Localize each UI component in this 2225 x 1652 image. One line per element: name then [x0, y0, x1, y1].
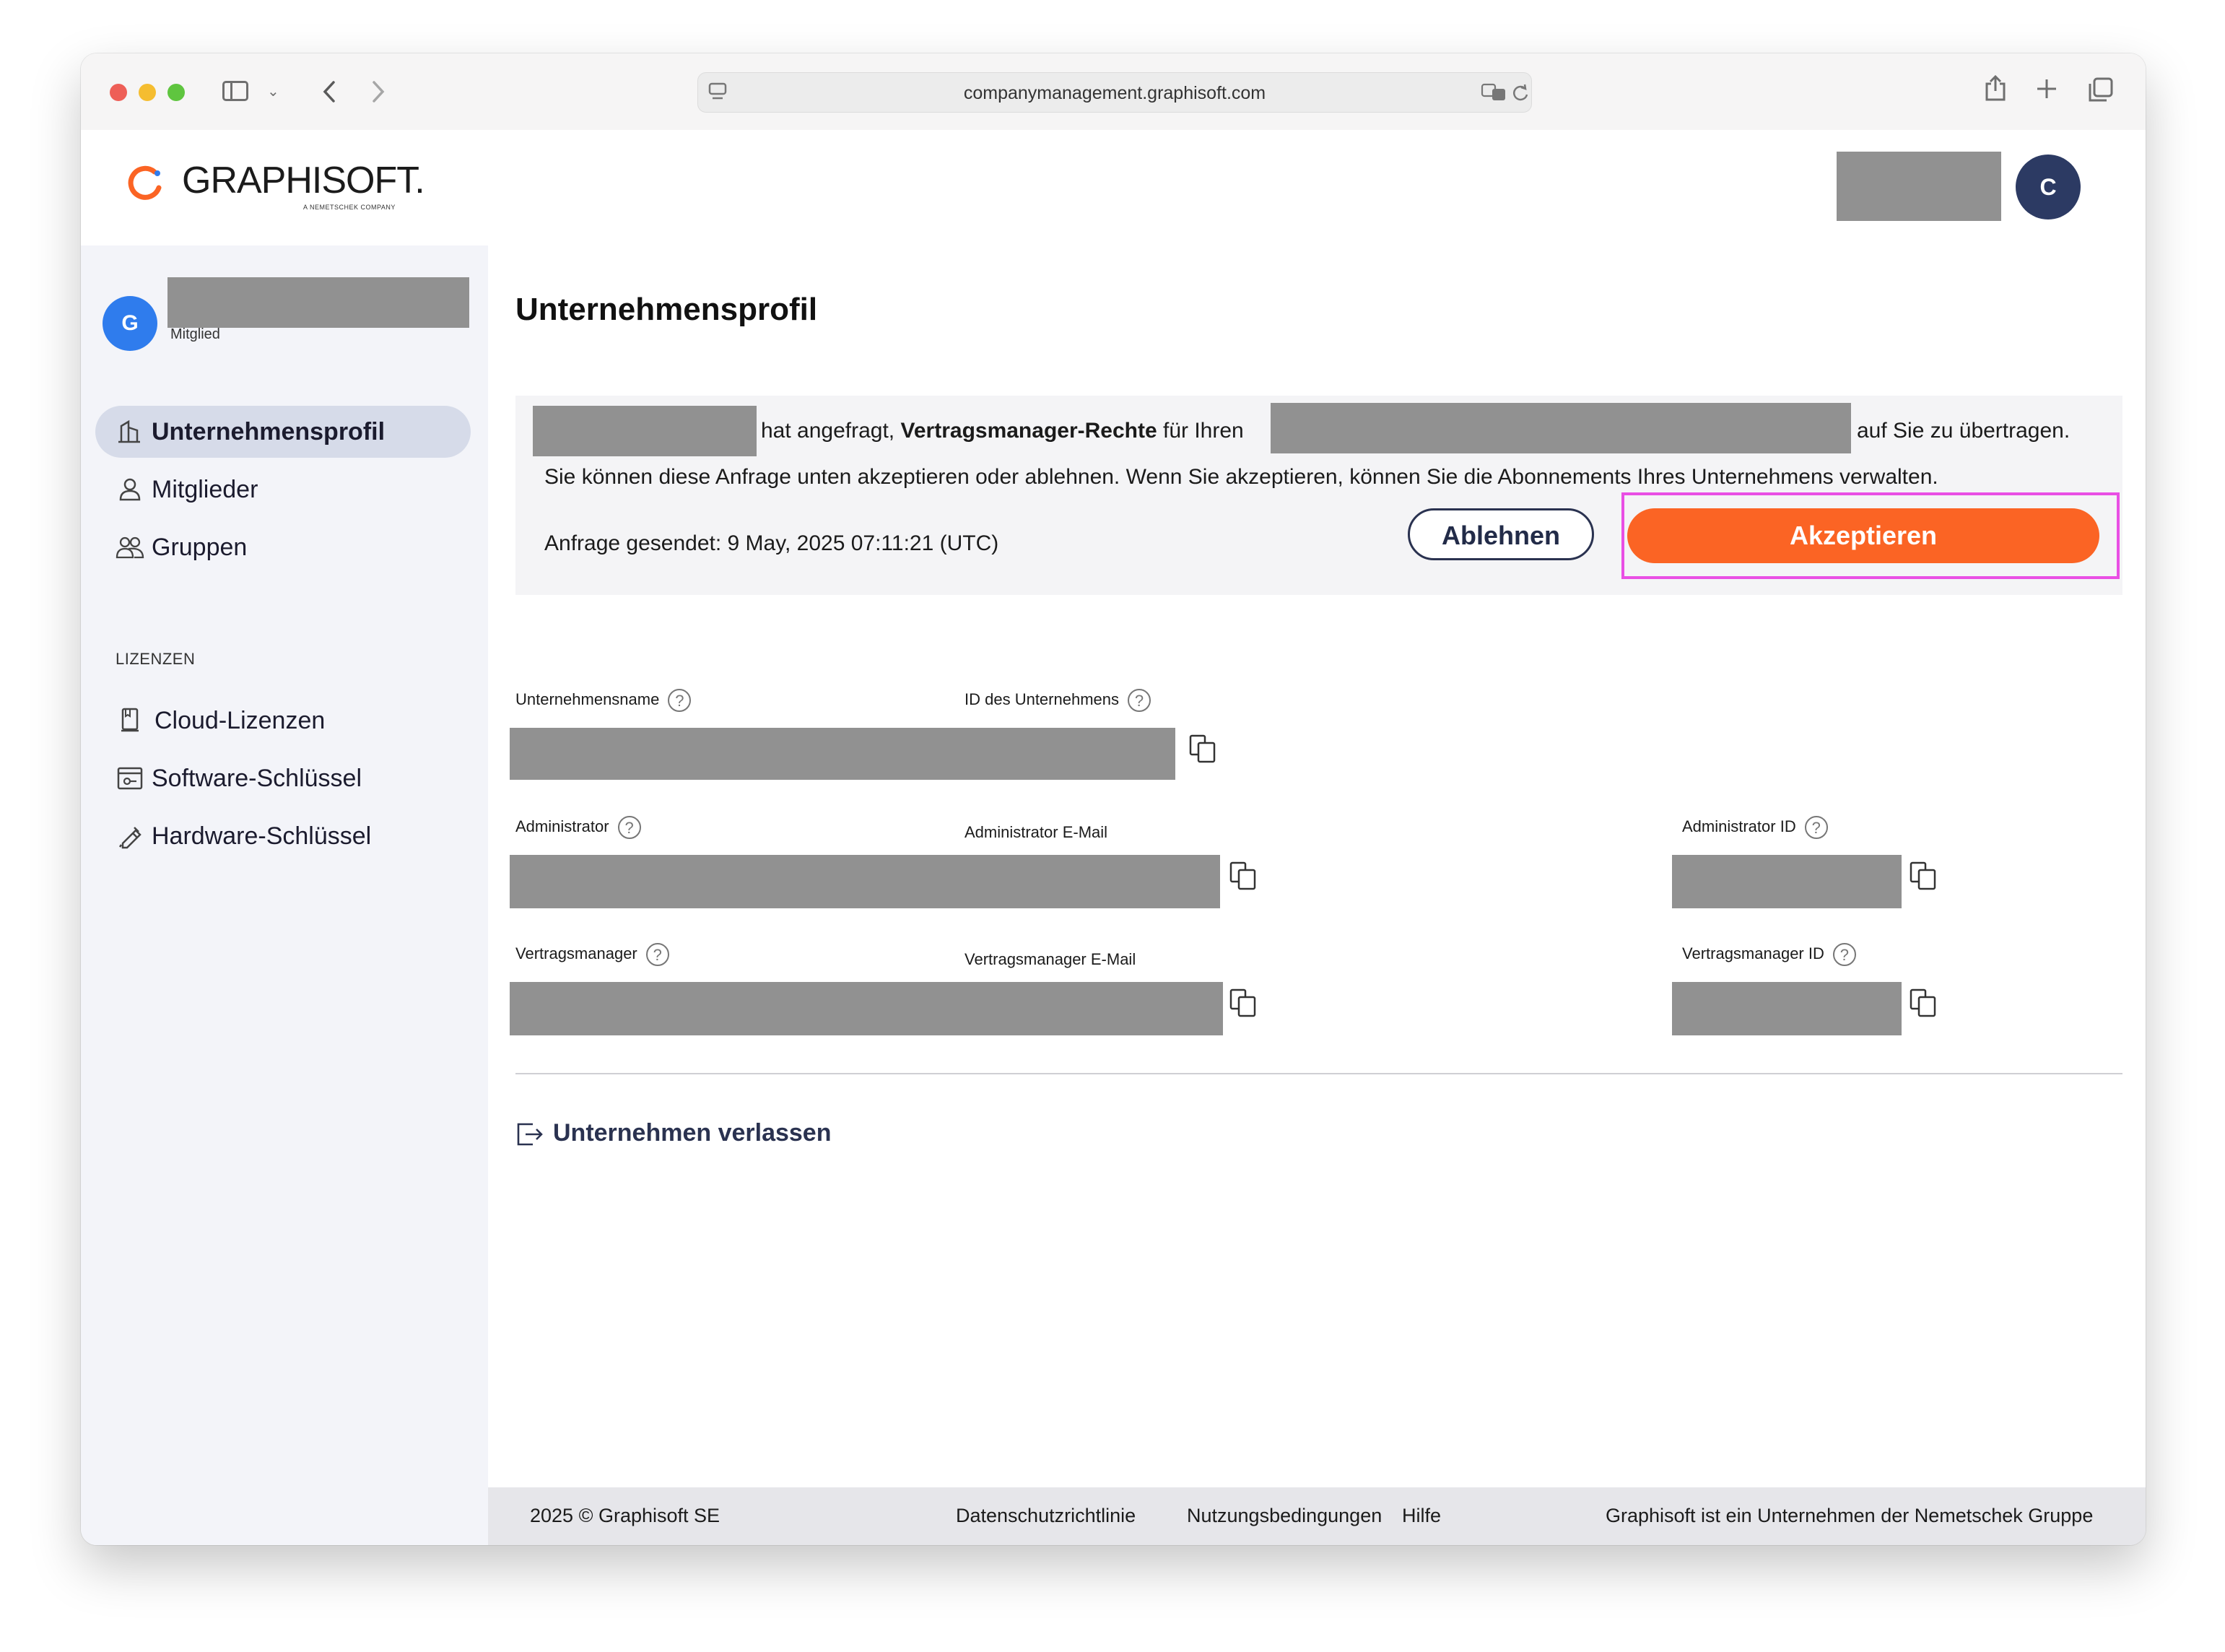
share-icon[interactable] [1984, 74, 2007, 103]
software-key-icon [117, 767, 143, 790]
copy-icon[interactable] [1909, 861, 1938, 891]
back-icon[interactable] [321, 79, 338, 104]
hardware-key-icon [118, 827, 141, 849]
sidebar-item-company-profile[interactable]: Unternehmensprofil [95, 406, 471, 458]
footer-company-note: Graphisoft ist ein Unternehmen der Nemet… [1606, 1505, 2094, 1526]
page-title: Unternehmensprofil [515, 292, 818, 327]
sidebar-item-label: Gruppen [152, 534, 248, 561]
building-icon [118, 419, 140, 443]
forward-icon[interactable] [370, 79, 387, 104]
graphisoft-logo-icon[interactable] [126, 163, 166, 206]
leave-company-link[interactable]: Unternehmen verlassen [515, 1119, 832, 1147]
sidebar-item-groups[interactable]: Gruppen [95, 521, 471, 573]
minimize-window-button[interactable] [139, 84, 156, 101]
exit-icon [517, 1123, 543, 1146]
request-text-start: hat angefragt, Vertragsmanager-Rechte fü… [761, 419, 1244, 443]
request-text-b: für Ihren [1163, 419, 1244, 443]
request-sent-date: Anfrage gesendet: 9 May, 2025 07:11:21 (… [544, 531, 999, 555]
company-id-label-text: ID des Unternehmens [965, 690, 1119, 708]
copy-icon[interactable] [1909, 988, 1938, 1018]
contract-manager-id-label: Vertragsmanager ID? [1682, 943, 1856, 966]
footer-privacy-link[interactable]: Datenschutzrichtlinie [956, 1505, 1136, 1527]
logo-text[interactable]: GRAPHISOFT. [182, 159, 425, 202]
request-text-end: auf Sie zu übertragen. [1857, 419, 2071, 443]
administrator-label: Administrator? [515, 816, 641, 839]
main-content: Unternehmensprofil hat angefragt, Vertra… [488, 245, 2146, 1487]
sidebar-item-cloud-licenses[interactable]: Cloud-Lizenzen [95, 695, 471, 747]
redacted-company-fields [510, 728, 1175, 780]
cloud-license-icon [121, 708, 139, 732]
chevron-down-icon[interactable]: ⌄ [267, 82, 279, 100]
sidebar-item-members[interactable]: Mitglieder [95, 464, 471, 516]
contract-manager-label-text: Vertragsmanager [515, 944, 637, 962]
redacted-requester-name [533, 406, 757, 456]
reload-icon[interactable] [1511, 83, 1530, 103]
request-text-role: Vertragsmanager-Rechte [900, 419, 1157, 443]
new-tab-icon[interactable] [2036, 78, 2058, 100]
sidebar: G Mitglied Unternehmensprofil Mitglieder… [81, 245, 489, 1545]
company-avatar: G [103, 296, 157, 351]
help-icon[interactable]: ? [617, 816, 641, 839]
site-header: GRAPHISOFT. A NEMETSCHEK COMPANY C [81, 130, 2146, 247]
redacted-company-name [167, 277, 469, 328]
administrator-id-label: Administrator ID? [1682, 816, 1828, 839]
sidebar-toggle-icon[interactable] [222, 81, 248, 101]
user-avatar[interactable]: C [2016, 155, 2081, 219]
close-window-button[interactable] [110, 84, 127, 101]
copy-icon[interactable] [1229, 861, 1258, 891]
help-icon[interactable]: ? [1804, 816, 1828, 839]
decline-button[interactable]: Ablehnen [1408, 508, 1594, 560]
redacted-username [1837, 152, 2001, 221]
contract-manager-request-panel: hat angefragt, Vertragsmanager-Rechte fü… [515, 396, 2122, 595]
sidebar-item-label: Software-Schlüssel [152, 765, 362, 792]
translate-icon[interactable] [1481, 83, 1508, 102]
address-bar[interactable]: companymanagement.graphisoft.com [697, 72, 1532, 113]
footer-help-link[interactable]: Hilfe [1402, 1505, 1441, 1527]
company-name-label: Unternehmensname? [515, 689, 692, 712]
administrator-id-label-text: Administrator ID [1682, 817, 1796, 835]
help-icon[interactable]: ? [645, 943, 669, 966]
zoom-window-button[interactable] [167, 84, 185, 101]
browser-toolbar: ⌄ companymanagement.graphisoft.com [81, 53, 2146, 131]
request-explanation: Sie können diese Anfrage unten akzeptier… [544, 465, 1938, 489]
contract-manager-email-label: Vertragsmanager E-Mail [965, 950, 1136, 968]
sidebar-item-hardware-keys[interactable]: Hardware-Schlüssel [95, 810, 471, 862]
company-id-label: ID des Unternehmens? [965, 689, 1151, 712]
section-label-licenses: LIZENZEN [116, 650, 196, 668]
footer-copyright: 2025 © Graphisoft SE [530, 1505, 720, 1526]
sidebar-item-label: Mitglieder [152, 476, 258, 503]
group-icon [116, 536, 144, 559]
tabs-overview-icon[interactable] [2088, 77, 2114, 103]
redacted-administrator-fields [510, 855, 1220, 908]
help-icon[interactable]: ? [1128, 689, 1151, 712]
redacted-contract-manager-id [1672, 982, 1902, 1035]
person-icon [119, 478, 141, 501]
section-divider [515, 1073, 2122, 1074]
accept-button[interactable]: Akzeptieren [1627, 508, 2099, 563]
contract-manager-label: Vertragsmanager? [515, 943, 669, 966]
copy-icon[interactable] [1229, 988, 1258, 1018]
footer: 2025 © Graphisoft SE Datenschutzrichtlin… [488, 1487, 2146, 1545]
help-icon[interactable]: ? [668, 689, 692, 712]
browser-window: ⌄ companymanagement.graphisoft.com GRAPH… [81, 53, 2146, 1545]
sidebar-item-label: Unternehmensprofil [152, 418, 386, 445]
copy-icon[interactable] [1188, 734, 1217, 764]
sidebar-item-software-keys[interactable]: Software-Schlüssel [95, 752, 471, 804]
redacted-company-name [1271, 403, 1851, 453]
sidebar-item-label: Hardware-Schlüssel [152, 822, 372, 850]
redacted-contract-manager-fields [510, 982, 1223, 1035]
leave-company-label: Unternehmen verlassen [553, 1119, 832, 1147]
logo-subtitle: A NEMETSCHEK COMPANY [303, 204, 396, 211]
company-name-label-text: Unternehmensname [515, 690, 660, 708]
redacted-administrator-id [1672, 855, 1902, 908]
help-icon[interactable]: ? [1832, 943, 1856, 966]
request-text-a: hat angefragt, [761, 419, 895, 443]
member-role: Mitglied [170, 326, 220, 342]
url-text: companymanagement.graphisoft.com [963, 83, 1266, 103]
contract-manager-id-label-text: Vertragsmanager ID [1682, 944, 1824, 962]
administrator-label-text: Administrator [515, 817, 609, 835]
administrator-email-label: Administrator E-Mail [965, 823, 1108, 841]
footer-terms-link[interactable]: Nutzungsbedingungen [1187, 1505, 1382, 1527]
sidebar-item-label: Cloud-Lizenzen [154, 707, 326, 734]
